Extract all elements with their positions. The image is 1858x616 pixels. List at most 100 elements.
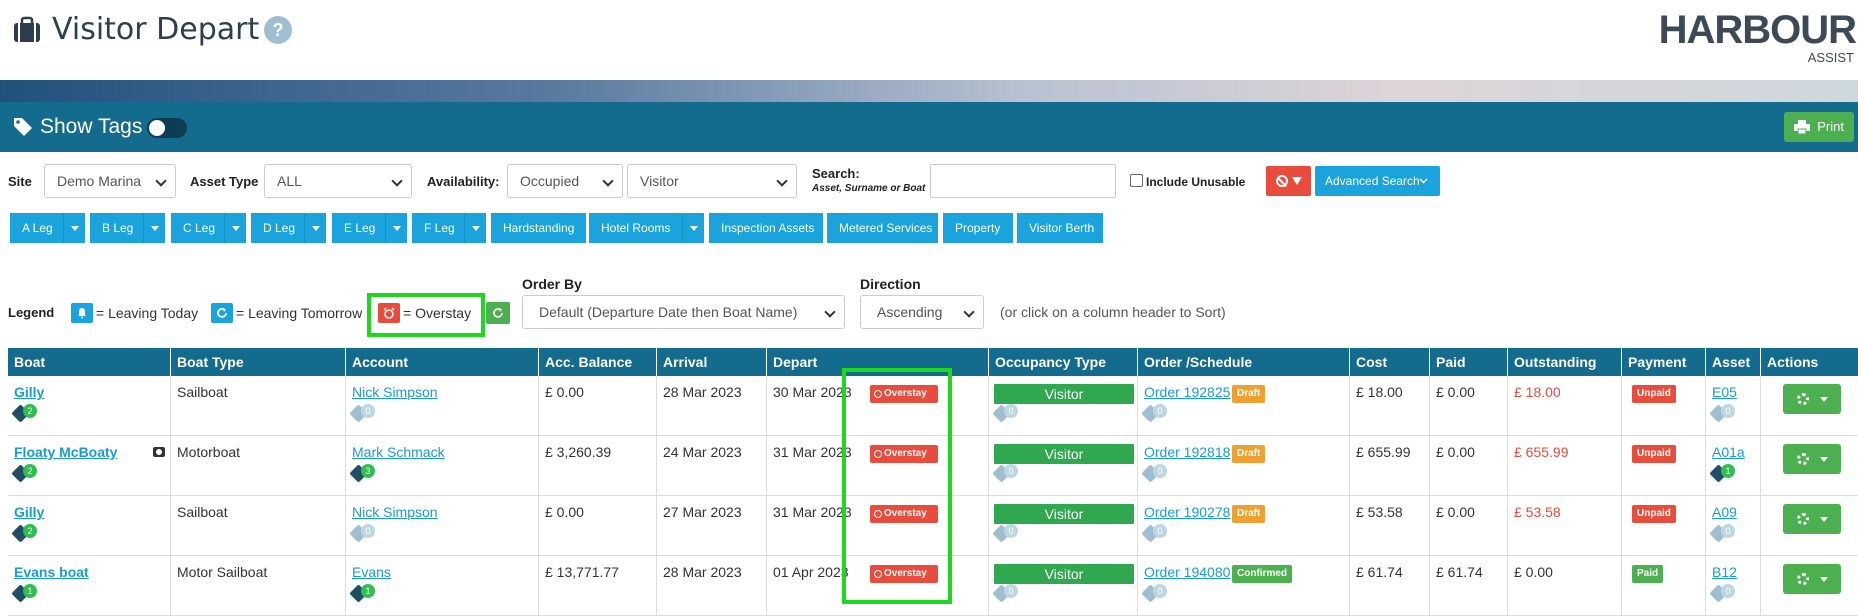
- availability-select[interactable]: Occupied: [507, 164, 623, 198]
- asset-tags[interactable]: 0: [1709, 404, 1738, 423]
- asset-button-e-leg[interactable]: E Leg: [332, 213, 407, 243]
- search-input[interactable]: [930, 164, 1116, 198]
- column-header-account[interactable]: Account: [346, 348, 539, 376]
- chevron-down-icon[interactable]: [224, 213, 246, 243]
- asset-link[interactable]: A09: [1712, 504, 1737, 520]
- refresh-button[interactable]: [486, 302, 510, 324]
- asset-button-f-leg[interactable]: F Leg: [412, 213, 486, 243]
- order-link[interactable]: Order 190278: [1144, 504, 1230, 520]
- column-header-payment[interactable]: Payment: [1622, 348, 1706, 376]
- occupancy-tags[interactable]: 0: [992, 584, 1021, 603]
- boat-link[interactable]: Evans boat: [14, 564, 89, 580]
- asset-button-b-leg[interactable]: B Leg: [90, 213, 165, 243]
- account-tags[interactable]: 1: [349, 584, 378, 603]
- asset-button-property[interactable]: Property: [943, 213, 1013, 243]
- chevron-down-icon[interactable]: [464, 213, 486, 243]
- payment-status-badge: Paid: [1632, 565, 1664, 583]
- camera-icon[interactable]: [153, 447, 165, 457]
- account-link[interactable]: Mark Schmack: [352, 444, 445, 460]
- asset-button-c-leg[interactable]: C Leg: [171, 213, 246, 243]
- clear-filter-button[interactable]: [1266, 166, 1311, 196]
- tag-count: 2: [23, 404, 37, 418]
- tag-count: 0: [1004, 404, 1018, 418]
- column-header-boat[interactable]: Boat: [8, 348, 171, 376]
- occupancy-tags[interactable]: 0: [992, 404, 1021, 423]
- include-unusable-checkbox[interactable]: [1130, 174, 1143, 187]
- asset-button-d-leg[interactable]: D Leg: [251, 213, 326, 243]
- boat-tags[interactable]: 1: [11, 584, 40, 603]
- account-link[interactable]: Nick Simpson: [352, 384, 438, 400]
- boat-link[interactable]: Floaty McBoaty: [14, 444, 117, 460]
- chevron-down-icon[interactable]: [682, 213, 704, 243]
- direction-select[interactable]: Ascending: [860, 295, 984, 329]
- tag-count: 0: [1153, 404, 1167, 418]
- availability-sub-select[interactable]: Visitor: [627, 164, 797, 198]
- ban-icon: [1276, 175, 1288, 187]
- chevron-down-icon[interactable]: [304, 213, 326, 243]
- account-tags[interactable]: 0: [349, 524, 378, 543]
- boat-link[interactable]: Gilly: [14, 504, 44, 520]
- column-header-paid[interactable]: Paid: [1430, 348, 1508, 376]
- order-by-select[interactable]: Default (Departure Date then Boat Name): [522, 295, 845, 329]
- asset-link[interactable]: E05: [1712, 384, 1737, 400]
- cell-arrival: 27 Mar 2023: [657, 496, 767, 556]
- help-icon[interactable]: ?: [264, 16, 292, 44]
- chevron-down-icon: [1419, 178, 1428, 184]
- column-header-occupancy-type[interactable]: Occupancy Type: [989, 348, 1138, 376]
- boat-tags[interactable]: 2: [11, 404, 40, 423]
- column-header-outstanding[interactable]: Outstanding: [1508, 348, 1622, 376]
- order-link[interactable]: Order 192825: [1144, 384, 1230, 400]
- column-header-cost[interactable]: Cost: [1350, 348, 1430, 376]
- refresh-icon: [493, 308, 503, 318]
- column-header-asset[interactable]: Asset: [1706, 348, 1761, 376]
- advanced-search-button[interactable]: Advanced Search: [1315, 166, 1440, 196]
- show-tags-toggle[interactable]: [147, 118, 187, 138]
- actions-button[interactable]: [1783, 384, 1841, 414]
- tag-count: 0: [1004, 584, 1018, 598]
- asset-button-metered-services[interactable]: Metered Services: [827, 213, 938, 243]
- chevron-down-icon[interactable]: [143, 213, 165, 243]
- asset-type-select[interactable]: ALL: [264, 164, 412, 198]
- site-select[interactable]: Demo Marina: [44, 164, 176, 198]
- order-link[interactable]: Order 192818: [1144, 444, 1230, 460]
- column-header-boat-type[interactable]: Boat Type: [171, 348, 346, 376]
- account-tags[interactable]: 3: [349, 464, 378, 483]
- chevron-down-icon[interactable]: [385, 213, 407, 243]
- asset-tags[interactable]: 1: [1709, 464, 1738, 483]
- asset-link[interactable]: A01a: [1712, 444, 1745, 460]
- asset-tags[interactable]: 0: [1709, 524, 1738, 543]
- order-tags[interactable]: 0: [1141, 524, 1170, 543]
- boat-tags[interactable]: 2: [11, 464, 40, 483]
- cell-paid: £ 0.00: [1430, 376, 1508, 436]
- asset-button-visitor-berth[interactable]: Visitor Berth: [1017, 213, 1103, 243]
- tag-count: 0: [1153, 524, 1167, 538]
- occupancy-tags[interactable]: 0: [992, 524, 1021, 543]
- occupancy-tags[interactable]: 0: [992, 464, 1021, 483]
- account-tags[interactable]: 0: [349, 404, 378, 423]
- asset-button-hotel-rooms[interactable]: Hotel Rooms: [589, 213, 704, 243]
- order-tags[interactable]: 0: [1141, 464, 1170, 483]
- order-tags[interactable]: 0: [1141, 404, 1170, 423]
- asset-button-a-leg[interactable]: A Leg: [10, 213, 85, 243]
- actions-button[interactable]: [1783, 564, 1841, 594]
- account-link[interactable]: Evans: [352, 564, 391, 580]
- column-header-arrival[interactable]: Arrival: [657, 348, 767, 376]
- asset-link[interactable]: B12: [1712, 564, 1737, 580]
- asset-button-inspection-assets[interactable]: Inspection Assets: [709, 213, 823, 243]
- column-header-acc-balance[interactable]: Acc. Balance: [539, 348, 657, 376]
- asset-button-hardstanding[interactable]: Hardstanding: [491, 213, 586, 243]
- asset-button-label: E Leg: [344, 221, 376, 235]
- boat-tags[interactable]: 2: [11, 524, 40, 543]
- asset-tags[interactable]: 0: [1709, 584, 1738, 603]
- column-header-order-schedule[interactable]: Order /Schedule: [1138, 348, 1350, 376]
- actions-button[interactable]: [1783, 504, 1841, 534]
- actions-button[interactable]: [1783, 444, 1841, 474]
- cell-boat-type: Sailboat: [171, 376, 346, 436]
- tag-count: 1: [23, 584, 37, 598]
- boat-link[interactable]: Gilly: [14, 384, 44, 400]
- print-button[interactable]: Print: [1784, 112, 1854, 142]
- order-link[interactable]: Order 194080: [1144, 564, 1230, 580]
- account-link[interactable]: Nick Simpson: [352, 504, 438, 520]
- chevron-down-icon[interactable]: [63, 213, 85, 243]
- order-tags[interactable]: 0: [1141, 584, 1170, 603]
